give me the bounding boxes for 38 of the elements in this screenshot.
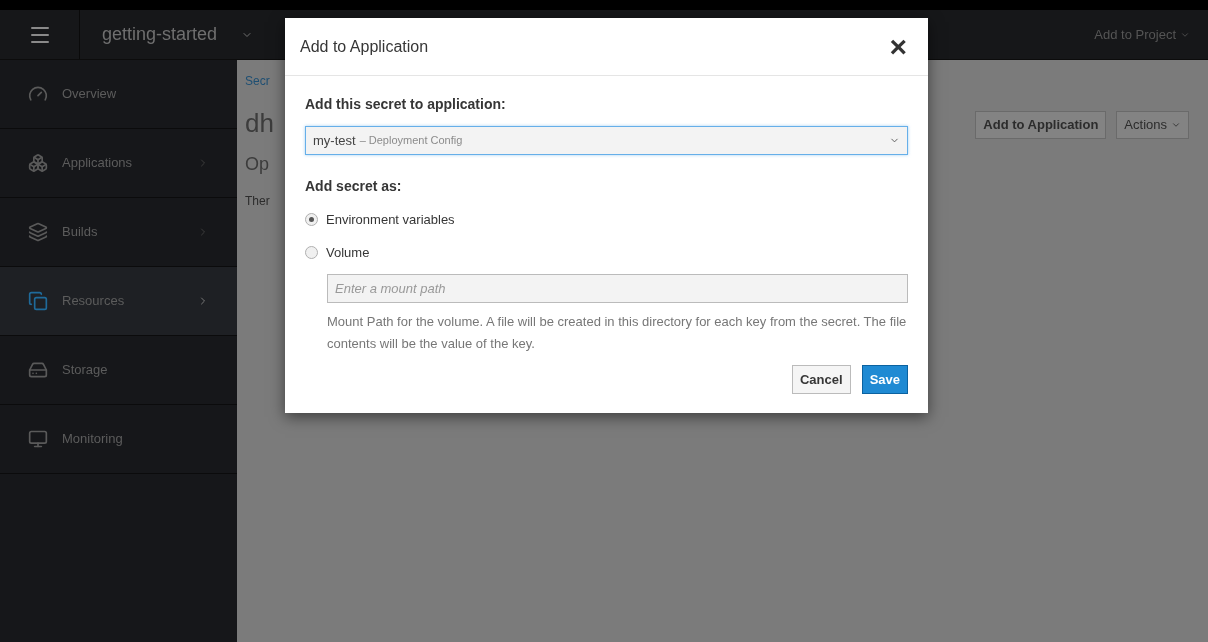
boxes-icon <box>28 153 48 173</box>
add-to-project-menu[interactable]: Add to Project <box>1094 24 1190 45</box>
sidebar-label: Overview <box>62 85 117 104</box>
body-text: Ther <box>245 193 271 210</box>
copy-icon <box>28 291 48 311</box>
page-title: dh <box>245 107 274 140</box>
close-button[interactable]: × <box>889 31 913 62</box>
sidebar-item[interactable]: Applications <box>0 129 237 198</box>
help-text: Mount Path for the volume. A file will be created in this directory for each key from the secret. The file contents will be the value of the key. <box>327 313 908 353</box>
monitor-icon <box>28 429 48 449</box>
project-selector[interactable]: getting-started <box>80 21 254 48</box>
section-title: Op <box>245 153 270 176</box>
sidebar-label: Monitoring <box>62 430 123 449</box>
sidebar-item[interactable]: Monitoring <box>0 405 237 474</box>
sidebar-item[interactable]: Storage <box>0 336 237 405</box>
radio-label: Volume <box>326 243 370 262</box>
actions-button[interactable]: Actions <box>1116 111 1189 139</box>
radio-label: Environment variables <box>326 211 455 229</box>
sidebar-item[interactable]: Resources <box>0 267 237 336</box>
chevron-down-icon <box>1171 120 1181 130</box>
add-to-application-button[interactable]: Add to Application <box>975 111 1107 139</box>
sidebar-item[interactable]: Overview <box>0 60 237 129</box>
sidebar-label: Applications <box>62 154 133 173</box>
layers-icon <box>28 222 48 242</box>
save-button[interactable]: Save <box>861 365 908 394</box>
sidebar-label: Storage <box>62 361 108 380</box>
radio-button[interactable] <box>305 213 318 227</box>
sidebar-label: Resources <box>62 292 125 311</box>
sidebar-label: Builds <box>62 223 98 242</box>
dialog-title: Add to Application <box>300 36 429 57</box>
mount-path-field[interactable]: Enter a mount path <box>327 274 908 303</box>
mode-label: Add secret as: <box>305 177 403 196</box>
select-label: Add this secret to application: <box>305 95 507 114</box>
drive-icon <box>28 360 48 380</box>
application-select[interactable]: my-test – Deployment Config <box>305 126 908 155</box>
gauge-icon <box>28 84 48 104</box>
cancel-button[interactable]: Cancel <box>792 365 851 394</box>
radio-button[interactable] <box>305 245 318 259</box>
